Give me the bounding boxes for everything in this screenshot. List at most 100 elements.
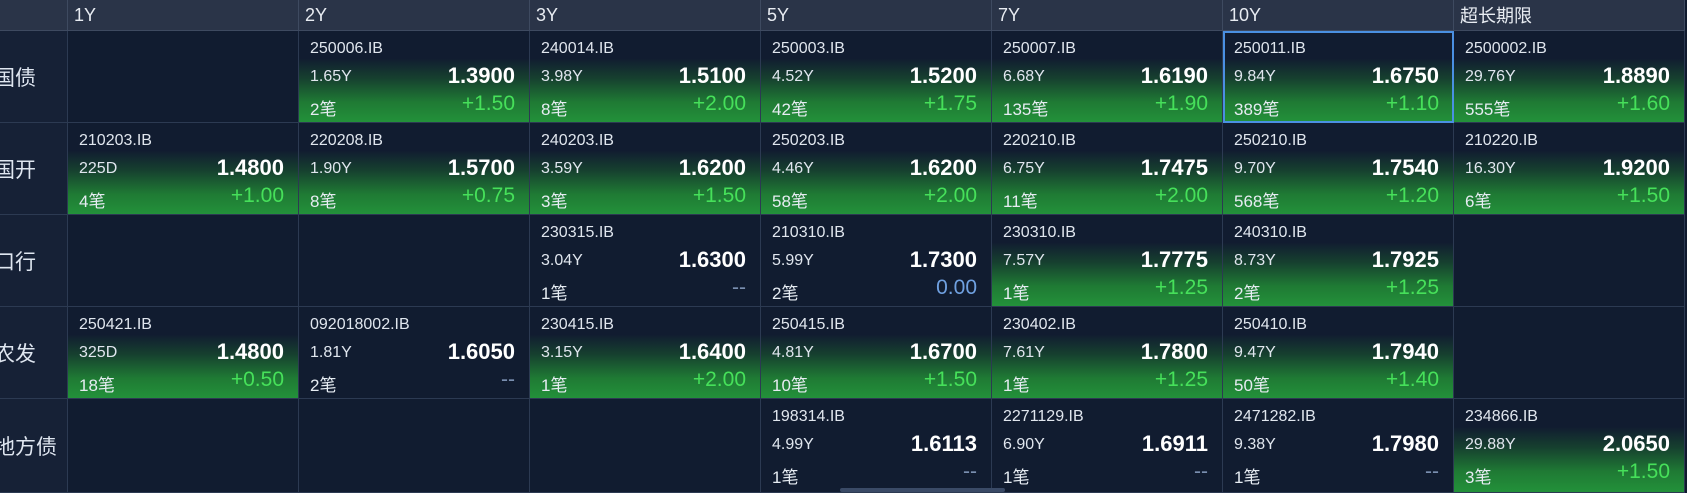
row-label-text: 农发 (0, 342, 36, 366)
empty-cell (530, 399, 761, 493)
yield-rate: 1.7940 (1371, 339, 1439, 364)
quote-cell[interactable]: 2500002.IB 29.76Y 1.8890 555笔 +1.60 (1454, 31, 1685, 123)
quote-cell[interactable]: 230310.IB 7.57Y 1.7775 1笔 +1.25 (992, 215, 1223, 307)
yield-rate: 1.6300 (678, 247, 746, 272)
quote-cell[interactable]: 230415.IB 3.15Y 1.6400 1笔 +2.00 (530, 307, 761, 399)
yield-rate: 1.6113 (910, 431, 977, 456)
trade-count: 1笔 (541, 284, 568, 303)
remaining-term: 1.90Y (310, 160, 352, 177)
col-header-7y[interactable]: 7Y (992, 0, 1223, 31)
corner-header (0, 0, 68, 31)
yield-change: -- (1194, 460, 1208, 483)
row-label: 地方债 (0, 399, 68, 493)
yield-change: +2.00 (692, 92, 746, 115)
yield-rate: 1.6911 (1141, 431, 1208, 456)
yield-change: +1.50 (1616, 460, 1670, 483)
quote-cell[interactable]: 220210.IB 6.75Y 1.7475 11笔 +2.00 (992, 123, 1223, 215)
remaining-term: 225D (79, 160, 118, 177)
quote-cell[interactable]: 250415.IB 4.81Y 1.6700 10笔 +1.50 (761, 307, 992, 399)
yield-rate: 1.7980 (1371, 431, 1439, 456)
trade-count: 8笔 (541, 100, 568, 119)
remaining-term: 3.59Y (541, 160, 583, 177)
quote-cell[interactable]: 220208.IB 1.90Y 1.5700 8笔 +0.75 (299, 123, 530, 215)
quote-cell[interactable]: 230315.IB 3.04Y 1.6300 1笔 -- (530, 215, 761, 307)
row-label-text: 口行 (0, 250, 36, 274)
trade-count: 8笔 (310, 192, 337, 211)
col-header-5y[interactable]: 5Y (761, 0, 992, 31)
quote-cell[interactable]: 230402.IB 7.61Y 1.7800 1笔 +1.25 (992, 307, 1223, 399)
quote-cell[interactable]: 210220.IB 16.30Y 1.9200 6笔 +1.50 (1454, 123, 1685, 215)
yield-change: +1.90 (1154, 92, 1208, 115)
yield-change: +2.00 (692, 368, 746, 391)
quote-cell[interactable]: 210203.IB 225D 1.4800 4笔 +1.00 (68, 123, 299, 215)
remaining-term: 29.76Y (1465, 68, 1516, 85)
remaining-term: 6.68Y (1003, 68, 1045, 85)
bond-code: 198314.IB (772, 408, 845, 425)
yield-rate: 1.3900 (447, 63, 515, 88)
yield-change: +1.50 (1616, 184, 1670, 207)
bond-code: 230415.IB (541, 316, 614, 333)
remaining-term: 325D (79, 344, 118, 361)
col-header-1y[interactable]: 1Y (68, 0, 299, 31)
yield-rate: 1.4800 (216, 339, 284, 364)
horizontal-scrollbar[interactable] (840, 488, 1005, 492)
yield-change: +1.10 (1385, 92, 1439, 115)
yield-rate: 1.6700 (909, 339, 977, 364)
quote-cell[interactable]: 250006.IB 1.65Y 1.3900 2笔 +1.50 (299, 31, 530, 123)
bond-code: 2500002.IB (1465, 40, 1547, 57)
yield-change: +1.50 (692, 184, 746, 207)
remaining-term: 4.81Y (772, 344, 814, 361)
quote-cell[interactable]: 234866.IB 29.88Y 2.0650 3笔 +1.50 (1454, 399, 1685, 493)
bond-code: 2271129.IB (1003, 408, 1084, 425)
remaining-term: 3.98Y (541, 68, 583, 85)
quote-cell[interactable]: 240014.IB 3.98Y 1.5100 8笔 +2.00 (530, 31, 761, 123)
col-header-10y[interactable]: 10Y (1223, 0, 1454, 31)
empty-cell (299, 399, 530, 493)
trade-count: 42笔 (772, 100, 808, 119)
quote-cell[interactable]: 210310.IB 5.99Y 1.7300 2笔 0.00 (761, 215, 992, 307)
bond-code: 210310.IB (772, 224, 845, 241)
trade-count: 135笔 (1003, 100, 1049, 119)
col-header-2y[interactable]: 2Y (299, 0, 530, 31)
remaining-term: 6.90Y (1003, 436, 1045, 453)
quote-cell[interactable]: 250007.IB 6.68Y 1.6190 135笔 +1.90 (992, 31, 1223, 123)
quote-cell[interactable]: 2271129.IB 6.90Y 1.6911 1笔 -- (992, 399, 1223, 493)
bond-code: 250410.IB (1234, 316, 1307, 333)
empty-cell (1454, 307, 1685, 399)
col-header-ultra-long[interactable]: 超长期限 (1454, 0, 1685, 31)
empty-cell (68, 399, 299, 493)
quote-cell[interactable]: 250410.IB 9.47Y 1.7940 50笔 +1.40 (1223, 307, 1454, 399)
bond-code: 220208.IB (310, 132, 383, 149)
quote-cell[interactable]: 250210.IB 9.70Y 1.7540 568笔 +1.20 (1223, 123, 1454, 215)
empty-cell (68, 31, 299, 123)
row-label-text: 地方债 (0, 435, 57, 459)
quote-cell[interactable]: 250003.IB 4.52Y 1.5200 42笔 +1.75 (761, 31, 992, 123)
yield-change: 0.00 (936, 276, 977, 299)
quote-cell[interactable]: 198314.IB 4.99Y 1.6113 1笔 -- (761, 399, 992, 493)
bond-code: 250006.IB (310, 40, 383, 57)
yield-change: +1.60 (1616, 92, 1670, 115)
remaining-term: 9.47Y (1234, 344, 1276, 361)
trade-count: 1笔 (1003, 284, 1030, 303)
quote-cell[interactable]: 250203.IB 4.46Y 1.6200 58笔 +2.00 (761, 123, 992, 215)
trade-count: 2笔 (310, 376, 337, 395)
trade-count: 555笔 (1465, 100, 1511, 119)
col-header-3y[interactable]: 3Y (530, 0, 761, 31)
yield-change: +1.00 (230, 184, 284, 207)
bond-code: 250011.IB (1234, 40, 1306, 57)
quote-cell[interactable]: 240310.IB 8.73Y 1.7925 2笔 +1.25 (1223, 215, 1454, 307)
yield-rate: 1.7775 (1140, 247, 1208, 272)
yield-change: +2.00 (923, 184, 977, 207)
quote-cell[interactable]: 240203.IB 3.59Y 1.6200 3笔 +1.50 (530, 123, 761, 215)
yield-change: -- (732, 276, 746, 299)
yield-rate: 1.4800 (216, 155, 284, 180)
trade-count: 4笔 (79, 192, 106, 211)
yield-change: +1.20 (1385, 184, 1439, 207)
yield-change: +1.40 (1385, 368, 1439, 391)
yield-change: +1.25 (1154, 276, 1208, 299)
quote-cell[interactable]: 2471282.IB 9.38Y 1.7980 1笔 -- (1223, 399, 1454, 493)
quote-cell[interactable]: 250011.IB 9.84Y 1.6750 389笔 +1.10 (1223, 31, 1454, 123)
quote-cell[interactable]: 092018002.IB 1.81Y 1.6050 2笔 -- (299, 307, 530, 399)
bond-yield-grid: 1Y 2Y 3Y 5Y 7Y 10Y 超长期限 国债 250006.IB 1.65Y… (0, 0, 1685, 493)
quote-cell[interactable]: 250421.IB 325D 1.4800 18笔 +0.50 (68, 307, 299, 399)
